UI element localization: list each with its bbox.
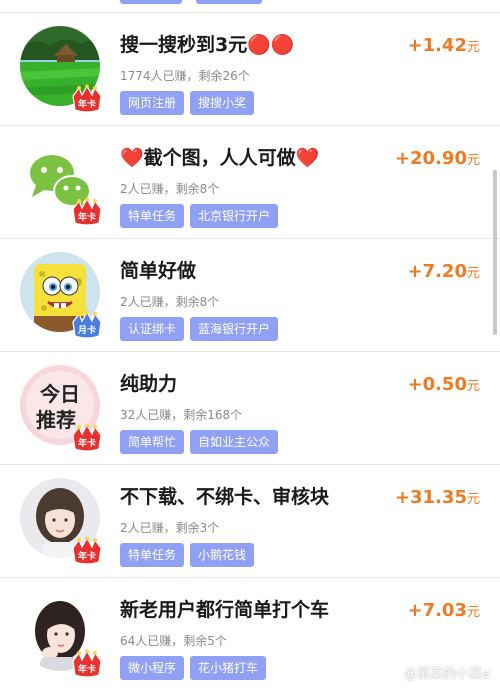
crown-badge: 月卡 (70, 310, 104, 340)
task-stats: 1774人已赚，剩余26个 (120, 69, 250, 83)
crown-badge: 年卡 (70, 84, 104, 114)
task-avatar: 月卡 (20, 252, 102, 339)
reward-unit: 元 (466, 266, 480, 281)
task-reward: +0.50元 (407, 374, 480, 395)
reward-unit: 元 (466, 153, 480, 168)
reward-unit: 元 (466, 492, 480, 507)
task-title[interactable]: 简单好做 (120, 256, 196, 283)
task-avatar: 年卡 (20, 591, 102, 678)
reward-amount: +1.42 (407, 35, 467, 56)
task-item[interactable]: 年卡 搜一搜秒到3元🔴🔴 1774人已赚，剩余26个 网页注册 搜搜小奖 +1.… (0, 13, 500, 126)
tag-fragment (120, 0, 182, 4)
task-stats: 2人已赚，剩余3个 (120, 521, 220, 535)
task-stats: 32人已赚，剩余168个 (120, 408, 243, 422)
task-tag: 特单任务 (120, 204, 185, 228)
task-reward: +20.90元 (395, 148, 480, 169)
crown-badge-label: 年卡 (77, 439, 96, 449)
task-stats: 2人已赚，剩余8个 (120, 182, 220, 196)
crown-badge-label: 年卡 (77, 100, 96, 110)
reward-unit: 元 (466, 40, 480, 55)
task-reward: +7.03元 (407, 600, 480, 621)
task-avatar: 年卡 (20, 478, 102, 565)
avatar-text-line: 今日 (40, 382, 80, 406)
task-tags: 微小程序 花小猪打车 (120, 656, 267, 680)
task-tag: 特单任务 (120, 543, 185, 567)
task-title-text: 截个图，人人可做 (143, 147, 296, 169)
task-tag: 认证绑卡 (120, 317, 185, 341)
crown-badge-label: 年卡 (77, 213, 96, 223)
tag-fragment (196, 0, 262, 4)
task-tag: 搜搜小奖 (190, 91, 255, 115)
task-reward: +7.20元 (407, 261, 480, 282)
crown-badge-label: 年卡 (77, 552, 96, 562)
task-tags: 网页注册 搜搜小奖 (120, 91, 255, 115)
crown-badge-label: 月卡 (77, 326, 96, 336)
crown-badge-label: 年卡 (77, 665, 96, 675)
previous-item-remnant (0, 0, 500, 13)
task-avatar: 年卡 (20, 139, 102, 226)
task-avatar: 今日 推荐 年卡 (20, 365, 102, 452)
task-tags: 特单任务 北京银行开户 (120, 204, 279, 228)
task-title[interactable]: 搜一搜秒到3元🔴🔴 (120, 30, 295, 57)
watermark: @菜菜的小菜a (404, 667, 490, 682)
red-circle-emoji-icon: 🔴🔴 (247, 34, 295, 56)
reward-amount: +31.35 (394, 487, 467, 508)
task-title[interactable]: 纯助力 (120, 369, 177, 396)
heart-emoji-icon: ❤️ (295, 147, 320, 169)
task-list: 年卡 搜一搜秒到3元🔴🔴 1774人已赚，剩余26个 网页注册 搜搜小奖 +1.… (0, 13, 500, 688)
task-stats: 2人已赚，剩余8个 (120, 295, 220, 309)
task-tag: 花小猪打车 (190, 656, 267, 680)
reward-amount: +7.20 (407, 261, 467, 282)
reward-unit: 元 (466, 605, 480, 620)
task-title[interactable]: ❤️截个图，人人可做❤️ (120, 143, 319, 170)
heart-emoji-icon: ❤️ (120, 147, 144, 169)
task-item[interactable]: 年卡 ❤️截个图，人人可做❤️ 2人已赚，剩余8个 特单任务 北京银行开户 +2… (0, 126, 500, 239)
task-tag: 微小程序 (120, 656, 185, 680)
task-tag: 网页注册 (120, 91, 185, 115)
task-avatar: 年卡 (20, 26, 102, 113)
task-tags: 特单任务 小鹅花钱 (120, 543, 255, 567)
task-reward: +31.35元 (395, 487, 480, 508)
task-item[interactable]: 月卡 简单好做 2人已赚，剩余8个 认证绑卡 蓝海银行开户 +7.20元 (0, 239, 500, 352)
task-title-text: 搜一搜秒到3元 (120, 34, 248, 56)
task-title[interactable]: 不下载、不绑卡、审核块 (120, 482, 329, 509)
reward-amount: +0.50 (407, 374, 467, 395)
crown-badge: 年卡 (70, 649, 104, 679)
task-stats: 64人已赚，剩余5个 (120, 634, 227, 648)
task-tag: 北京银行开户 (190, 204, 279, 228)
task-item[interactable]: 年卡 不下载、不绑卡、审核块 2人已赚，剩余3个 特单任务 小鹅花钱 +31.3… (0, 465, 500, 578)
scrollbar[interactable] (493, 170, 497, 335)
task-tag: 蓝海银行开户 (190, 317, 279, 341)
task-item[interactable]: 今日 推荐 年卡 纯助力 32人已赚，剩余168个 简单帮忙 自如业主公众 +0… (0, 352, 500, 465)
task-tag: 简单帮忙 (120, 430, 185, 454)
task-title[interactable]: 新老用户都行简单打个车 (120, 595, 329, 622)
crown-badge: 年卡 (70, 536, 104, 566)
reward-amount: +7.03 (407, 600, 467, 621)
reward-unit: 元 (466, 379, 480, 394)
task-reward: +1.42元 (407, 35, 480, 56)
task-tag: 小鹅花钱 (190, 543, 255, 567)
task-tags: 认证绑卡 蓝海银行开户 (120, 317, 279, 341)
task-tag: 自如业主公众 (190, 430, 279, 454)
crown-badge: 年卡 (70, 197, 104, 227)
reward-amount: +20.90 (394, 148, 467, 169)
task-tags: 简单帮忙 自如业主公众 (120, 430, 279, 454)
crown-badge: 年卡 (70, 423, 104, 453)
